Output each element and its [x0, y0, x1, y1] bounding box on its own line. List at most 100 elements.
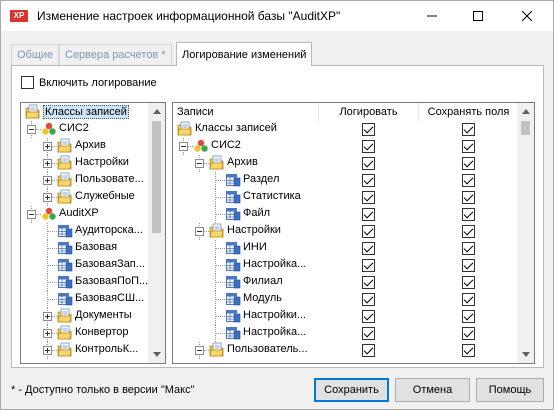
save-fields-checkbox[interactable] — [462, 225, 475, 238]
right-table-scrollbar[interactable] — [517, 103, 534, 363]
collapse-icon[interactable] — [27, 210, 36, 219]
save-fields-checkbox[interactable] — [462, 242, 475, 255]
tree-row[interactable]: Раздел — [173, 172, 518, 189]
tree-item-label[interactable]: Филиал — [243, 275, 283, 287]
save-button[interactable]: Сохранить — [314, 378, 389, 402]
cancel-button[interactable]: Отмена — [395, 378, 470, 402]
tree-item-label[interactable]: Служебные — [75, 190, 135, 202]
log-checkbox[interactable] — [362, 225, 375, 238]
tree-item-label[interactable]: КонтрольК... — [75, 343, 138, 355]
tree-row[interactable]: Пользовате... — [21, 172, 149, 189]
log-checkbox[interactable] — [362, 208, 375, 221]
tree-item-label[interactable]: БазоваяЗап... — [75, 258, 145, 270]
log-checkbox[interactable] — [362, 327, 375, 340]
log-checkbox[interactable] — [362, 242, 375, 255]
expand-icon[interactable] — [43, 312, 52, 321]
tree-row[interactable]: БазоваяЗап... — [21, 257, 149, 274]
tree-item-label[interactable]: Классы записей — [195, 122, 277, 134]
tree-row[interactable]: КонтрольК... — [21, 342, 149, 359]
collapse-icon[interactable] — [195, 346, 204, 355]
minimize-button[interactable] — [409, 1, 455, 31]
record-classes-tree[interactable]: Классы записей СИС2 Архив Настройки Пользова… — [20, 102, 166, 364]
tree-item-label[interactable]: Настройки — [227, 224, 281, 236]
save-fields-checkbox[interactable] — [462, 327, 475, 340]
save-fields-checkbox[interactable] — [462, 259, 475, 272]
tree-row[interactable]: Настройки... — [173, 308, 518, 325]
tree-item-label[interactable]: БазоваяПоП... — [75, 275, 148, 287]
tree-row[interactable]: Базовая — [21, 240, 149, 257]
tree-item-label[interactable]: Настройки... — [243, 309, 306, 321]
tree-row[interactable]: СИС2 — [21, 121, 149, 138]
log-checkbox[interactable] — [362, 140, 375, 153]
tree-row[interactable]: СИС2 — [173, 138, 518, 155]
save-fields-checkbox[interactable] — [462, 123, 475, 136]
scrollbar-thumb[interactable] — [152, 121, 161, 233]
save-fields-checkbox[interactable] — [462, 310, 475, 323]
tree-item-label[interactable]: ИНИ — [243, 241, 267, 253]
tree-item-label[interactable]: Аудиторска... — [75, 224, 143, 236]
log-checkbox[interactable] — [362, 174, 375, 187]
save-fields-checkbox[interactable] — [462, 344, 475, 357]
log-checkbox[interactable] — [362, 259, 375, 272]
tree-item-label[interactable]: Базовая — [75, 241, 117, 253]
tree-row[interactable]: Модуль — [173, 291, 518, 308]
scroll-up-arrow-icon[interactable] — [517, 103, 534, 120]
tree-row[interactable]: Пользователь... — [173, 342, 518, 359]
expand-icon[interactable] — [43, 346, 52, 355]
close-button[interactable] — [501, 1, 553, 31]
scroll-down-arrow-icon[interactable] — [517, 346, 534, 363]
save-fields-checkbox[interactable] — [462, 157, 475, 170]
tree-item-label[interactable]: СИС2 — [59, 122, 89, 134]
tree-item-label[interactable]: Классы записей — [43, 105, 129, 119]
tree-row[interactable]: Статистика — [173, 189, 518, 206]
tree-item-label[interactable]: Раздел — [243, 173, 279, 185]
expand-icon[interactable] — [43, 329, 52, 338]
tree-item-label[interactable]: Настройка... — [243, 326, 306, 338]
tree-item-label[interactable]: Архив — [227, 156, 258, 168]
tree-row[interactable]: Архив — [21, 138, 149, 155]
tree-item-label[interactable]: Документы — [75, 309, 132, 321]
log-checkbox[interactable] — [362, 344, 375, 357]
enable-logging-checkbox[interactable]: Включить логирование — [21, 76, 157, 89]
tree-item-label[interactable]: Настройки — [75, 156, 129, 168]
log-checkbox[interactable] — [362, 123, 375, 136]
log-checkbox[interactable] — [362, 157, 375, 170]
tree-row[interactable]: Аудиторска... — [21, 223, 149, 240]
tree-row[interactable]: Классы записей — [21, 104, 149, 121]
maximize-button[interactable] — [455, 1, 501, 31]
collapse-icon[interactable] — [195, 227, 204, 236]
column-header-save-fields[interactable]: Сохранять поля — [419, 103, 519, 121]
tree-row[interactable]: БазоваяСШ... — [21, 291, 149, 308]
tree-row[interactable]: Настройки — [173, 223, 518, 240]
left-tree-scrollbar[interactable] — [148, 103, 165, 363]
log-checkbox[interactable] — [362, 310, 375, 323]
tree-row[interactable]: Настройка... — [173, 257, 518, 274]
tree-row[interactable]: Служебные — [21, 189, 149, 206]
tab-change-logging[interactable]: Логирование изменений — [176, 42, 313, 66]
scroll-down-arrow-icon[interactable] — [148, 346, 165, 363]
tree-row[interactable]: Настройки — [21, 155, 149, 172]
log-checkbox[interactable] — [362, 276, 375, 289]
tree-row[interactable]: ИНИ — [173, 240, 518, 257]
collapse-icon[interactable] — [27, 125, 36, 134]
tree-row[interactable]: Классы записей — [173, 121, 518, 138]
tree-row[interactable]: Документы — [21, 308, 149, 325]
checkbox-box[interactable] — [21, 76, 34, 89]
tree-item-label[interactable]: Пользовате... — [75, 173, 144, 185]
tree-item-label[interactable]: Модуль — [243, 292, 282, 304]
tab-calc-servers[interactable]: Сервера расчетов * — [59, 44, 172, 65]
tree-row[interactable]: AuditXP — [21, 206, 149, 223]
tree-item-label[interactable]: БазоваяСШ... — [75, 292, 144, 304]
tree-item-label[interactable]: Статистика — [243, 190, 301, 202]
tree-row[interactable]: Архив — [173, 155, 518, 172]
expand-icon[interactable] — [43, 176, 52, 185]
tree-row[interactable]: Филиал — [173, 274, 518, 291]
tree-item-label[interactable]: AuditXP — [59, 207, 99, 219]
save-fields-checkbox[interactable] — [462, 191, 475, 204]
scrollbar-thumb[interactable] — [521, 121, 530, 135]
scroll-up-arrow-icon[interactable] — [148, 103, 165, 120]
log-checkbox[interactable] — [362, 191, 375, 204]
tree-item-label[interactable]: Конвертор — [75, 326, 128, 338]
tree-row[interactable]: Настройка... — [173, 325, 518, 342]
tree-row[interactable]: Файл — [173, 206, 518, 223]
